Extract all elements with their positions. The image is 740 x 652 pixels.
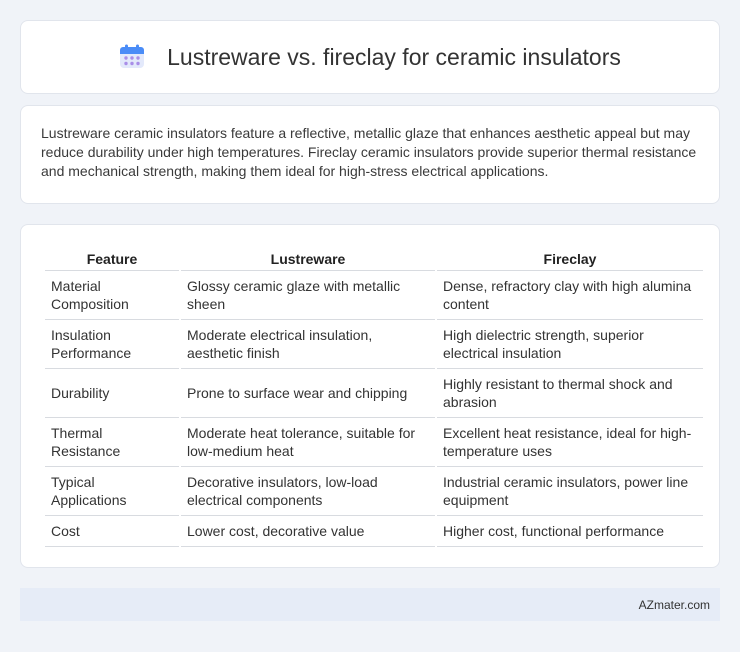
table-row: Thermal Resistance Moderate heat toleran… — [45, 418, 703, 467]
table-row: Cost Lower cost, decorative value Higher… — [45, 516, 703, 547]
table-cell-fireclay: Excellent heat resistance, ideal for hig… — [437, 418, 703, 467]
table-cell-feature: Thermal Resistance — [45, 418, 179, 467]
table-cell-fireclay: High dielectric strength, superior elect… — [437, 320, 703, 369]
page-title: Lustreware vs. fireclay for ceramic insu… — [167, 43, 621, 70]
table-cell-feature: Durability — [45, 369, 179, 418]
table-header-row: Feature Lustreware Fireclay — [45, 247, 703, 271]
table-cell-lustreware: Moderate electrical insulation, aestheti… — [181, 320, 435, 369]
table-cell-fireclay: Highly resistant to thermal shock and ab… — [437, 369, 703, 418]
table-cell-fireclay: Higher cost, functional performance — [437, 516, 703, 547]
footer: AZmater.com — [20, 588, 720, 621]
intro-card: Lustreware ceramic insulators feature a … — [20, 105, 720, 204]
table-cell-lustreware: Decorative insulators, low-load electric… — [181, 467, 435, 516]
header-fireclay: Fireclay — [437, 247, 703, 271]
table-cell-feature: Insulation Performance — [45, 320, 179, 369]
intro-text: Lustreware ceramic insulators feature a … — [41, 125, 697, 179]
table-cell-fireclay: Dense, refractory clay with high alumina… — [437, 271, 703, 320]
table-cell-lustreware: Glossy ceramic glaze with metallic sheen — [181, 271, 435, 320]
table-cell-fireclay: Industrial ceramic insulators, power lin… — [437, 467, 703, 516]
table-row: Insulation Performance Moderate electric… — [45, 320, 703, 369]
table-cell-feature: Material Composition — [45, 271, 179, 320]
table-cell-lustreware: Lower cost, decorative value — [181, 516, 435, 547]
table-row: Typical Applications Decorative insulato… — [45, 467, 703, 516]
table-cell-lustreware: Moderate heat tolerance, suitable for lo… — [181, 418, 435, 467]
comparison-table: Feature Lustreware Fireclay Material Com… — [43, 247, 705, 547]
header-feature: Feature — [45, 247, 179, 271]
table-cell-feature: Cost — [45, 516, 179, 547]
header-lustreware: Lustreware — [181, 247, 435, 271]
table-row: Durability Prone to surface wear and chi… — [45, 369, 703, 418]
table-row: Material Composition Glossy ceramic glaz… — [45, 271, 703, 320]
table-cell-feature: Typical Applications — [45, 467, 179, 516]
title-card: Lustreware vs. fireclay for ceramic insu… — [20, 20, 720, 94]
calendar-icon — [119, 44, 145, 70]
comparison-card: Feature Lustreware Fireclay Material Com… — [20, 224, 720, 568]
table-cell-lustreware: Prone to surface wear and chipping — [181, 369, 435, 418]
footer-brand: AZmater.com — [638, 597, 710, 612]
